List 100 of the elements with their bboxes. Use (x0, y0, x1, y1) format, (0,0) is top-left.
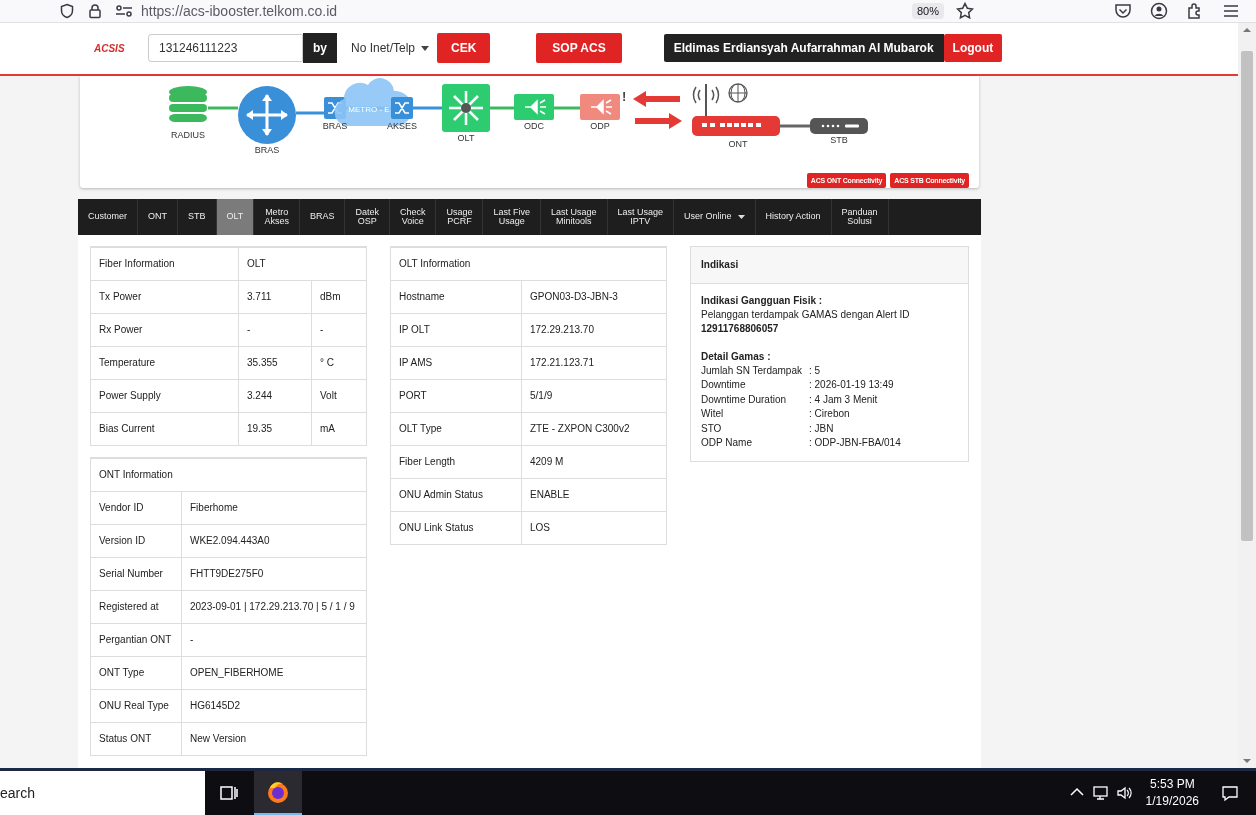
tab[interactable]: Metro Akses (254, 198, 300, 235)
table-cell-text: PORT (398, 389, 428, 404)
scrollbar-thumb[interactable] (1241, 50, 1253, 541)
modem-drawing[interactable] (692, 82, 780, 136)
tab[interactable]: Check Voice (389, 198, 437, 235)
table-cell-text: Tx Power (98, 290, 143, 305)
detail-label: Downtime (701, 378, 747, 393)
table-header: ONT Information (98, 468, 174, 483)
table-cell-text: Power Supply (98, 389, 162, 404)
tab[interactable]: BRAS (299, 198, 346, 235)
tab[interactable]: Last Usage Minitools (540, 198, 608, 235)
bookmark-star-icon[interactable] (956, 2, 974, 20)
logout-button[interactable]: Logout (943, 34, 1003, 63)
node-label: BRAS (322, 120, 348, 131)
table-cell-text: Vendor ID (98, 501, 145, 516)
clock-date[interactable]: 1/19/2026 (1145, 793, 1199, 810)
tab[interactable]: History Action (755, 198, 832, 235)
table-cell: 172.21.123.71 (521, 346, 666, 379)
browser-icon[interactable] (266, 780, 290, 804)
switch-icon[interactable] (391, 96, 413, 119)
router-icon[interactable] (238, 85, 296, 144)
detail-label: Jumlah SN Terdampak (701, 363, 803, 378)
node-label: ODC (524, 120, 544, 131)
table-cell: 4209 M (521, 445, 666, 478)
cek-button[interactable]: CEK (437, 33, 491, 64)
caret-icon (737, 214, 745, 219)
clock-time[interactable]: 5:53 PM (1149, 776, 1195, 793)
table-cell: 19.35 (238, 412, 311, 445)
account-icon[interactable] (1150, 2, 1168, 20)
alert-mark: ! (622, 88, 627, 104)
table-cell-text: Bias Current (98, 422, 156, 437)
app-logo[interactable]: ACSIS (94, 42, 148, 54)
permissions-icon[interactable] (115, 3, 133, 19)
connector-line (208, 106, 238, 110)
task-view-icon[interactable] (220, 785, 238, 801)
shield-icon[interactable] (59, 3, 75, 19)
pocket-icon[interactable] (1114, 2, 1132, 20)
table-cell: 3.244 (238, 379, 311, 412)
tab[interactable]: User Online (674, 198, 756, 235)
tab[interactable]: Usage PCRF (436, 198, 484, 235)
table-cell: - (238, 313, 311, 346)
table-cell: ENABLE (521, 478, 666, 511)
table-header: OLT Information (398, 257, 472, 272)
tab[interactable]: Datek OSP (345, 198, 390, 235)
node-label: RADIUS (171, 129, 205, 140)
url-field[interactable]: https://acs-ibooster.telkom.co.id (141, 3, 912, 19)
node-label: ONT (728, 138, 748, 149)
detail-value: : ODP-JBN-FBA/014 (809, 436, 902, 451)
detail-label: ODP Name (701, 436, 753, 451)
database-icon[interactable] (169, 85, 207, 122)
menu-icon[interactable] (1222, 2, 1240, 20)
lock-icon[interactable] (87, 3, 103, 19)
tab[interactable]: STB (178, 198, 217, 235)
speaker-icon[interactable] (1115, 784, 1134, 802)
notification-icon[interactable] (1221, 784, 1239, 802)
detail-value: : 5 (809, 363, 822, 378)
table-cell: mA (311, 412, 366, 445)
tab[interactable]: ONT (138, 198, 178, 235)
cloud-label: METRO - E (348, 104, 390, 114)
table-cell-text: ONU Real Type (98, 699, 170, 714)
user-name: Eldimas Erdiansyah Aufarrahman Al Mubarok (663, 34, 944, 63)
alert-id: 12911768806057 (701, 321, 780, 336)
zoom-level-button[interactable]: 80% (911, 3, 944, 19)
tab[interactable]: Customer (78, 198, 138, 235)
table-cell-text: ONU Admin Status (398, 488, 484, 503)
table-cell: Fiberhome (181, 491, 366, 524)
detail-value: : 2026-01-19 13:49 (809, 378, 895, 393)
left-arrow-icon (633, 90, 680, 107)
connector-line (413, 106, 442, 110)
table-cell-text: Status ONT (98, 732, 153, 747)
table-cell: OPEN_FIBERHOME (181, 656, 366, 689)
connector-line (780, 124, 810, 128)
node-label: STB (830, 134, 848, 145)
tab[interactable]: Last Five Usage (483, 198, 541, 235)
detail-value: : 4 Jam 3 Menit (809, 392, 879, 407)
node-label: OLT (457, 132, 475, 143)
table-cell: - (311, 313, 366, 346)
hub-icon[interactable] (442, 83, 490, 132)
detail-label: STO (701, 421, 723, 436)
network-icon[interactable] (1091, 784, 1110, 802)
connector-line (554, 106, 580, 110)
tab[interactable]: OLT (216, 198, 255, 235)
table-cell-text: ONU Link Status (398, 521, 475, 536)
tab[interactable]: Last Usage IPTV (607, 198, 675, 235)
table-cell-text: Pergantian ONT (98, 633, 173, 648)
indication-heading: Indikasi Gangguan Fisik : (701, 293, 824, 308)
table-cell: 35.355 (238, 346, 311, 379)
search-field[interactable]: earch (0, 771, 205, 815)
detail-label: Downtime Duration (701, 392, 788, 407)
sop-acs-button[interactable]: SOP ACS (536, 33, 622, 64)
table-cell-text: Registered at (98, 600, 160, 615)
detail-heading: Detail Gamas : (701, 349, 772, 364)
table-cell-text: IP OLT (398, 323, 431, 338)
table-cell: 3.711 (238, 280, 311, 313)
detail-value: : JBN (809, 421, 835, 436)
search-field[interactable]: 131246111223 (148, 34, 303, 63)
table-cell: ° C (311, 346, 366, 379)
tab[interactable]: Panduan Solusi (831, 198, 889, 235)
table-cell-text: Fiber Length (398, 455, 457, 470)
set-top-box-icon[interactable] (810, 117, 868, 134)
